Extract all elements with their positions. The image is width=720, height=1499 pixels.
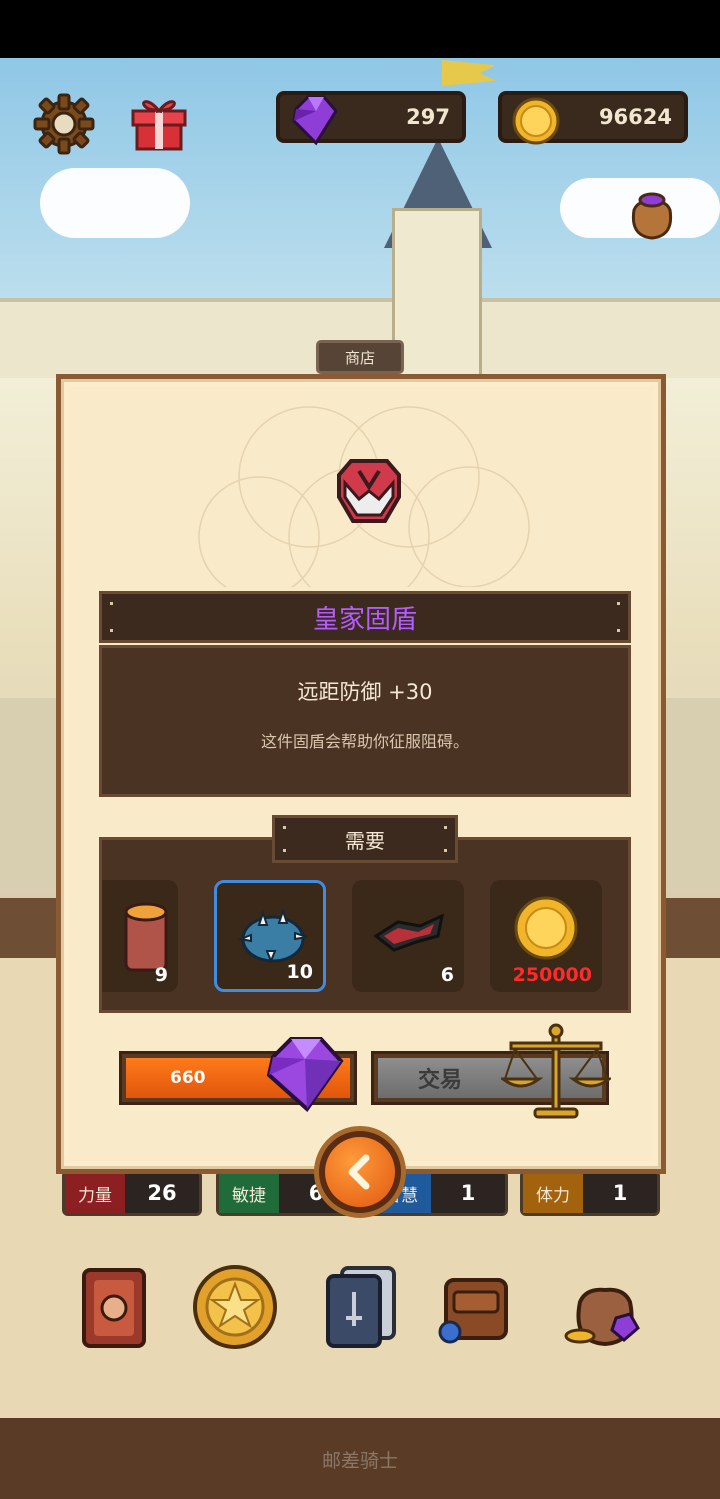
gold-coin-icon [514, 896, 578, 960]
rivet [444, 849, 447, 852]
gear-icon [33, 93, 95, 155]
book-icon[interactable] [72, 1262, 162, 1352]
wood-log-icon [124, 902, 168, 972]
back-button[interactable] [314, 1126, 406, 1218]
shop-tab: 商店 [316, 340, 404, 374]
item-description-box: 远距防御 +30 这件固盾会帮助你征服阻碍。 [99, 645, 631, 797]
coin-counter: 96624 [498, 91, 688, 145]
requirements-header: 需要 [272, 815, 458, 863]
chevron-left-icon [348, 1154, 370, 1190]
cards-icon[interactable] [316, 1262, 406, 1352]
stat-label: 力量 [65, 1173, 125, 1213]
item-name: 皇家固盾 [312, 604, 417, 635]
loot-bag-icon[interactable] [620, 180, 684, 244]
rivet [283, 826, 286, 829]
requirements-box: 9 10 6 250000 [99, 837, 631, 1013]
gift-button[interactable] [126, 88, 192, 154]
requirement-slot[interactable]: 250000 [490, 880, 602, 992]
royal-shield-icon [337, 459, 401, 523]
requirements-label: 需要 [345, 828, 385, 853]
requirement-count: 250000 [512, 964, 592, 986]
stat-label: 体力 [523, 1173, 583, 1213]
flag [442, 60, 496, 86]
coin-amount: 96624 [598, 105, 672, 129]
balance-scale-icon [501, 1023, 611, 1119]
stat-value: 26 [147, 1181, 177, 1205]
backpack-icon[interactable] [436, 1262, 526, 1352]
requirement-slot[interactable]: 6 [352, 880, 464, 992]
gold-coin-icon [512, 97, 560, 145]
rivet [617, 629, 620, 632]
item-flavor-text: 这件固盾会帮助你征服阻碍。 [260, 732, 469, 751]
rivet [110, 602, 113, 605]
shop-modal: 皇家固盾 远距防御 +30 这件固盾会帮助你征服阻碍。 需要 9 10 6 25… [56, 374, 666, 1174]
item-stat: 远距防御 +30 [297, 680, 433, 704]
settings-gear-button[interactable] [30, 90, 98, 158]
stat-value: 1 [612, 1181, 628, 1205]
cloud [40, 168, 190, 238]
gem-amount: 297 [406, 105, 450, 129]
requirement-count: 9 [154, 964, 168, 986]
item-name-bar: 皇家固盾 [99, 591, 631, 643]
stat-stamina: 体力 1 [520, 1170, 660, 1216]
cloth-scrap-icon [373, 913, 445, 952]
requirement-slot[interactable]: 9 [102, 880, 178, 992]
stat-label: 敏捷 [219, 1173, 279, 1213]
gift-icon [131, 100, 187, 151]
stat-strength: 力量 26 [62, 1170, 202, 1216]
requirement-count: 10 [286, 961, 313, 983]
rivet [617, 602, 620, 605]
shop-tab-label: 商店 [344, 348, 375, 367]
app-footer-title: 邮差骑士 [321, 1450, 398, 1472]
rivet [283, 849, 286, 852]
requirement-slot-selected[interactable]: 10 [214, 880, 326, 992]
gem-counter: 297 [276, 91, 466, 146]
stat-value: 1 [460, 1181, 476, 1205]
back-button-face [325, 1137, 395, 1207]
rivet [444, 826, 447, 829]
purple-gem-icon [292, 95, 338, 146]
status-bar [0, 0, 720, 58]
rivet [110, 629, 113, 632]
purple-gem-icon [266, 1037, 344, 1112]
star-coin-icon[interactable] [190, 1262, 280, 1352]
treasure-bag-icon[interactable] [560, 1262, 650, 1352]
requirement-count: 6 [440, 964, 454, 986]
